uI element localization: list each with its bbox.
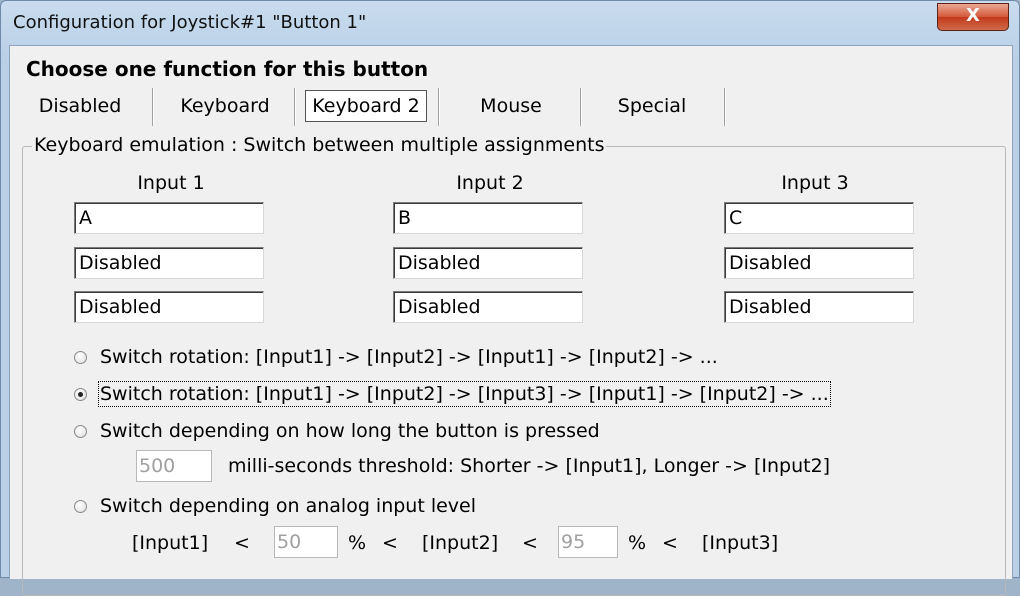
input-2-key-3[interactable]: Disabled xyxy=(393,291,583,323)
input-1-key-2[interactable]: Disabled xyxy=(74,247,264,279)
less-than-sign: < xyxy=(662,532,678,554)
less-than-sign: < xyxy=(382,532,398,554)
tab-mouse[interactable]: Mouse xyxy=(446,88,576,124)
config-window: Configuration for Joystick#1 "Button 1" … xyxy=(0,0,1020,596)
input-2-key-1[interactable]: B xyxy=(393,202,583,234)
analog-level-label[interactable]: Switch depending on analog input level xyxy=(100,495,476,517)
tab-separator xyxy=(294,88,296,126)
input-3-key-1[interactable]: C xyxy=(724,202,914,234)
analog-input-2: [Input2] xyxy=(422,532,499,554)
rotation-3-label[interactable]: Switch rotation: [Input1] -> [Input2] ->… xyxy=(98,381,831,407)
press-duration-radio[interactable] xyxy=(74,425,87,438)
less-than-sign: < xyxy=(522,532,538,554)
tab-disabled[interactable]: Disabled xyxy=(20,88,140,124)
rotation-2-label[interactable]: Switch rotation: [Input1] -> [Input2] ->… xyxy=(100,346,718,368)
input-2-header: Input 2 xyxy=(456,172,524,194)
tab-separator xyxy=(152,88,154,126)
tab-label: Disabled xyxy=(38,95,122,117)
threshold-label: milli-seconds threshold: Shorter -> [Inp… xyxy=(228,455,831,477)
tab-separator xyxy=(438,88,440,126)
tab-special[interactable]: Special xyxy=(588,88,716,124)
tab-label: Keyboard 2 xyxy=(305,90,427,122)
dialog-client: Choose one function for this button Disa… xyxy=(9,45,1013,596)
tab-label: Mouse xyxy=(480,95,542,117)
title-bar[interactable]: Configuration for Joystick#1 "Button 1" … xyxy=(1,1,1019,45)
press-duration-label[interactable]: Switch depending on how long the button … xyxy=(100,420,600,442)
analog-input-1: [Input1] xyxy=(132,532,209,554)
analog-level-1-input[interactable]: 50 xyxy=(274,526,338,558)
input-2-key-2[interactable]: Disabled xyxy=(393,247,583,279)
analog-level-radio[interactable] xyxy=(74,500,87,513)
input-3-header: Input 3 xyxy=(781,172,849,194)
input-3-key-3[interactable]: Disabled xyxy=(724,291,914,323)
input-3-key-2[interactable]: Disabled xyxy=(724,247,914,279)
input-1-header: Input 1 xyxy=(137,172,205,194)
less-than-sign: < xyxy=(234,532,250,554)
close-button[interactable]: X xyxy=(937,3,1009,31)
tab-keyboard-2[interactable]: Keyboard 2 xyxy=(300,88,432,124)
input-1-key-1[interactable]: A xyxy=(74,202,264,234)
rotation-3-radio[interactable] xyxy=(74,388,87,401)
window-title: Configuration for Joystick#1 "Button 1" xyxy=(13,12,367,33)
group-legend: Keyboard emulation : Switch between mult… xyxy=(32,134,607,156)
tab-separator xyxy=(724,88,726,126)
analog-level-2-input[interactable]: 95 xyxy=(558,526,618,558)
analog-input-3: [Input3] xyxy=(702,532,779,554)
function-heading: Choose one function for this button xyxy=(26,57,429,81)
tab-label: Keyboard xyxy=(180,95,270,117)
tab-separator xyxy=(580,88,582,126)
close-icon: X xyxy=(966,5,980,26)
percent-sign: % xyxy=(628,532,647,554)
input-1-key-3[interactable]: Disabled xyxy=(74,291,264,323)
tab-keyboard[interactable]: Keyboard xyxy=(160,88,290,124)
percent-sign: % xyxy=(348,532,367,554)
rotation-2-radio[interactable] xyxy=(74,351,87,364)
tab-label: Special xyxy=(617,95,687,117)
threshold-input[interactable]: 500 xyxy=(136,450,212,482)
